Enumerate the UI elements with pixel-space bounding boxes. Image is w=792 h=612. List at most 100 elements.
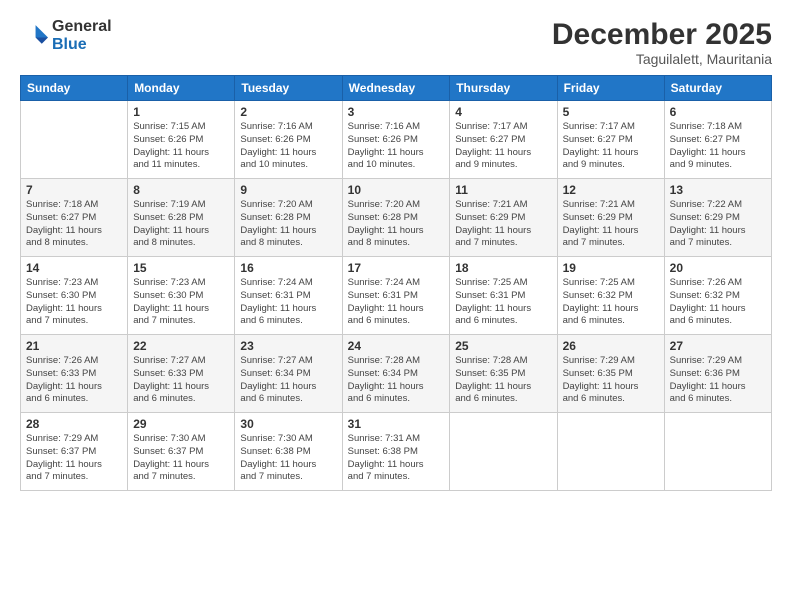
calendar-cell: 23Sunrise: 7:27 AMSunset: 6:34 PMDayligh… bbox=[235, 335, 342, 413]
logo-icon bbox=[20, 22, 48, 50]
day-info: Sunrise: 7:16 AMSunset: 6:26 PMDaylight:… bbox=[348, 121, 445, 172]
calendar-cell: 10Sunrise: 7:20 AMSunset: 6:28 PMDayligh… bbox=[342, 179, 450, 257]
day-number: 6 bbox=[670, 105, 766, 119]
day-info: Sunrise: 7:17 AMSunset: 6:27 PMDaylight:… bbox=[455, 121, 551, 172]
day-number: 27 bbox=[670, 339, 766, 353]
week-row-1: 7 Sunrise: 7:18 AMSunset: 6:27 PMDaylight… bbox=[21, 179, 772, 257]
calendar-cell bbox=[557, 413, 664, 491]
calendar-cell: 25 Sunrise: 7:28 AMSunset: 6:35 PMDayligh… bbox=[450, 335, 557, 413]
calendar-cell: 2Sunrise: 7:16 AMSunset: 6:26 PMDaylight… bbox=[235, 101, 342, 179]
logo-text: General Blue bbox=[52, 18, 112, 53]
calendar-cell: 16 Sunrise: 7:24 AMSunset: 6:31 PMDayligh… bbox=[235, 257, 342, 335]
day-number: 24 bbox=[348, 339, 445, 353]
day-number: 17 bbox=[348, 261, 445, 275]
calendar-body: 1 Sunrise: 7:15 AMSunset: 6:26 PMDaylight… bbox=[21, 101, 772, 491]
day-number: 30 bbox=[240, 417, 336, 431]
weekday-header-friday: Friday bbox=[557, 76, 664, 101]
day-number: 20 bbox=[670, 261, 766, 275]
calendar-cell: 11Sunrise: 7:21 AMSunset: 6:29 PMDayligh… bbox=[450, 179, 557, 257]
day-number: 7 bbox=[26, 183, 122, 197]
day-number: 12 bbox=[563, 183, 659, 197]
weekday-header-sunday: Sunday bbox=[21, 76, 128, 101]
calendar-cell: 19 Sunrise: 7:25 AMSunset: 6:32 PMDayligh… bbox=[557, 257, 664, 335]
calendar-cell: 8 Sunrise: 7:19 AMSunset: 6:28 PMDaylight… bbox=[128, 179, 235, 257]
day-number: 13 bbox=[670, 183, 766, 197]
calendar-cell: 1 Sunrise: 7:15 AMSunset: 6:26 PMDaylight… bbox=[128, 101, 235, 179]
location: Taguilalett, Mauritania bbox=[552, 51, 772, 67]
calendar-cell: 9Sunrise: 7:20 AMSunset: 6:28 PMDaylight… bbox=[235, 179, 342, 257]
weekday-header-row: SundayMondayTuesdayWednesdayThursdayFrid… bbox=[21, 76, 772, 101]
logo-general: General bbox=[52, 18, 112, 36]
calendar-cell: 14Sunrise: 7:23 AMSunset: 6:30 PMDayligh… bbox=[21, 257, 128, 335]
day-number: 22 bbox=[133, 339, 229, 353]
day-number: 28 bbox=[26, 417, 122, 431]
day-info: Sunrise: 7:24 AMSunset: 6:31 PMDaylight:… bbox=[240, 277, 336, 328]
day-number: 9 bbox=[240, 183, 336, 197]
calendar-cell: 27 Sunrise: 7:29 AMSunset: 6:36 PMDayligh… bbox=[664, 335, 771, 413]
day-number: 25 bbox=[455, 339, 551, 353]
day-number: 31 bbox=[348, 417, 445, 431]
calendar-cell: 17 Sunrise: 7:24 AMSunset: 6:31 PMDayligh… bbox=[342, 257, 450, 335]
day-info: Sunrise: 7:22 AMSunset: 6:29 PMDaylight:… bbox=[670, 199, 766, 250]
calendar-cell: 13 Sunrise: 7:22 AMSunset: 6:29 PMDayligh… bbox=[664, 179, 771, 257]
calendar-cell: 21Sunrise: 7:26 AMSunset: 6:33 PMDayligh… bbox=[21, 335, 128, 413]
day-number: 26 bbox=[563, 339, 659, 353]
day-number: 19 bbox=[563, 261, 659, 275]
day-info: Sunrise: 7:29 AMSunset: 6:35 PMDaylight:… bbox=[563, 355, 659, 406]
calendar-cell: 4 Sunrise: 7:17 AMSunset: 6:27 PMDaylight… bbox=[450, 101, 557, 179]
calendar-cell: 22 Sunrise: 7:27 AMSunset: 6:33 PMDayligh… bbox=[128, 335, 235, 413]
day-number: 18 bbox=[455, 261, 551, 275]
day-info: Sunrise: 7:19 AMSunset: 6:28 PMDaylight:… bbox=[133, 199, 229, 250]
header: General Blue December 2025 Taguilalett, … bbox=[20, 18, 772, 67]
day-info: Sunrise: 7:30 AMSunset: 6:37 PMDaylight:… bbox=[133, 433, 229, 484]
day-info: Sunrise: 7:16 AMSunset: 6:26 PMDaylight:… bbox=[240, 121, 336, 172]
day-info: Sunrise: 7:25 AMSunset: 6:32 PMDaylight:… bbox=[563, 277, 659, 328]
day-number: 3 bbox=[348, 105, 445, 119]
month-title: December 2025 bbox=[552, 18, 772, 51]
calendar-header: SundayMondayTuesdayWednesdayThursdayFrid… bbox=[21, 76, 772, 101]
day-info: Sunrise: 7:30 AMSunset: 6:38 PMDaylight:… bbox=[240, 433, 336, 484]
calendar-cell bbox=[450, 413, 557, 491]
day-number: 4 bbox=[455, 105, 551, 119]
calendar-cell: 6Sunrise: 7:18 AMSunset: 6:27 PMDaylight… bbox=[664, 101, 771, 179]
calendar-cell: 20Sunrise: 7:26 AMSunset: 6:32 PMDayligh… bbox=[664, 257, 771, 335]
day-number: 5 bbox=[563, 105, 659, 119]
day-info: Sunrise: 7:27 AMSunset: 6:33 PMDaylight:… bbox=[133, 355, 229, 406]
day-info: Sunrise: 7:21 AMSunset: 6:29 PMDaylight:… bbox=[455, 199, 551, 250]
calendar-cell: 26 Sunrise: 7:29 AMSunset: 6:35 PMDayligh… bbox=[557, 335, 664, 413]
logo: General Blue bbox=[20, 18, 112, 53]
calendar-cell: 12Sunrise: 7:21 AMSunset: 6:29 PMDayligh… bbox=[557, 179, 664, 257]
day-info: Sunrise: 7:15 AMSunset: 6:26 PMDaylight:… bbox=[133, 121, 229, 172]
logo-blue: Blue bbox=[52, 36, 112, 54]
day-number: 8 bbox=[133, 183, 229, 197]
day-number: 21 bbox=[26, 339, 122, 353]
weekday-header-thursday: Thursday bbox=[450, 76, 557, 101]
day-info: Sunrise: 7:17 AMSunset: 6:27 PMDaylight:… bbox=[563, 121, 659, 172]
calendar-cell: 18 Sunrise: 7:25 AMSunset: 6:31 PMDayligh… bbox=[450, 257, 557, 335]
day-info: Sunrise: 7:24 AMSunset: 6:31 PMDaylight:… bbox=[348, 277, 445, 328]
day-info: Sunrise: 7:25 AMSunset: 6:31 PMDaylight:… bbox=[455, 277, 551, 328]
calendar-cell: 31Sunrise: 7:31 AMSunset: 6:38 PMDayligh… bbox=[342, 413, 450, 491]
weekday-header-monday: Monday bbox=[128, 76, 235, 101]
weekday-header-tuesday: Tuesday bbox=[235, 76, 342, 101]
day-info: Sunrise: 7:28 AMSunset: 6:35 PMDaylight:… bbox=[455, 355, 551, 406]
day-info: Sunrise: 7:23 AMSunset: 6:30 PMDaylight:… bbox=[26, 277, 122, 328]
calendar: SundayMondayTuesdayWednesdayThursdayFrid… bbox=[20, 75, 772, 491]
week-row-0: 1 Sunrise: 7:15 AMSunset: 6:26 PMDaylight… bbox=[21, 101, 772, 179]
day-number: 29 bbox=[133, 417, 229, 431]
week-row-3: 21Sunrise: 7:26 AMSunset: 6:33 PMDayligh… bbox=[21, 335, 772, 413]
day-number: 1 bbox=[133, 105, 229, 119]
week-row-4: 28 Sunrise: 7:29 AMSunset: 6:37 PMDayligh… bbox=[21, 413, 772, 491]
day-number: 23 bbox=[240, 339, 336, 353]
page: General Blue December 2025 Taguilalett, … bbox=[0, 0, 792, 612]
day-number: 10 bbox=[348, 183, 445, 197]
day-number: 16 bbox=[240, 261, 336, 275]
day-info: Sunrise: 7:29 AMSunset: 6:36 PMDaylight:… bbox=[670, 355, 766, 406]
calendar-cell: 29 Sunrise: 7:30 AMSunset: 6:37 PMDayligh… bbox=[128, 413, 235, 491]
weekday-header-saturday: Saturday bbox=[664, 76, 771, 101]
calendar-cell bbox=[664, 413, 771, 491]
day-info: Sunrise: 7:23 AMSunset: 6:30 PMDaylight:… bbox=[133, 277, 229, 328]
calendar-cell: 5 Sunrise: 7:17 AMSunset: 6:27 PMDaylight… bbox=[557, 101, 664, 179]
day-info: Sunrise: 7:29 AMSunset: 6:37 PMDaylight:… bbox=[26, 433, 122, 484]
day-info: Sunrise: 7:18 AMSunset: 6:27 PMDaylight:… bbox=[26, 199, 122, 250]
